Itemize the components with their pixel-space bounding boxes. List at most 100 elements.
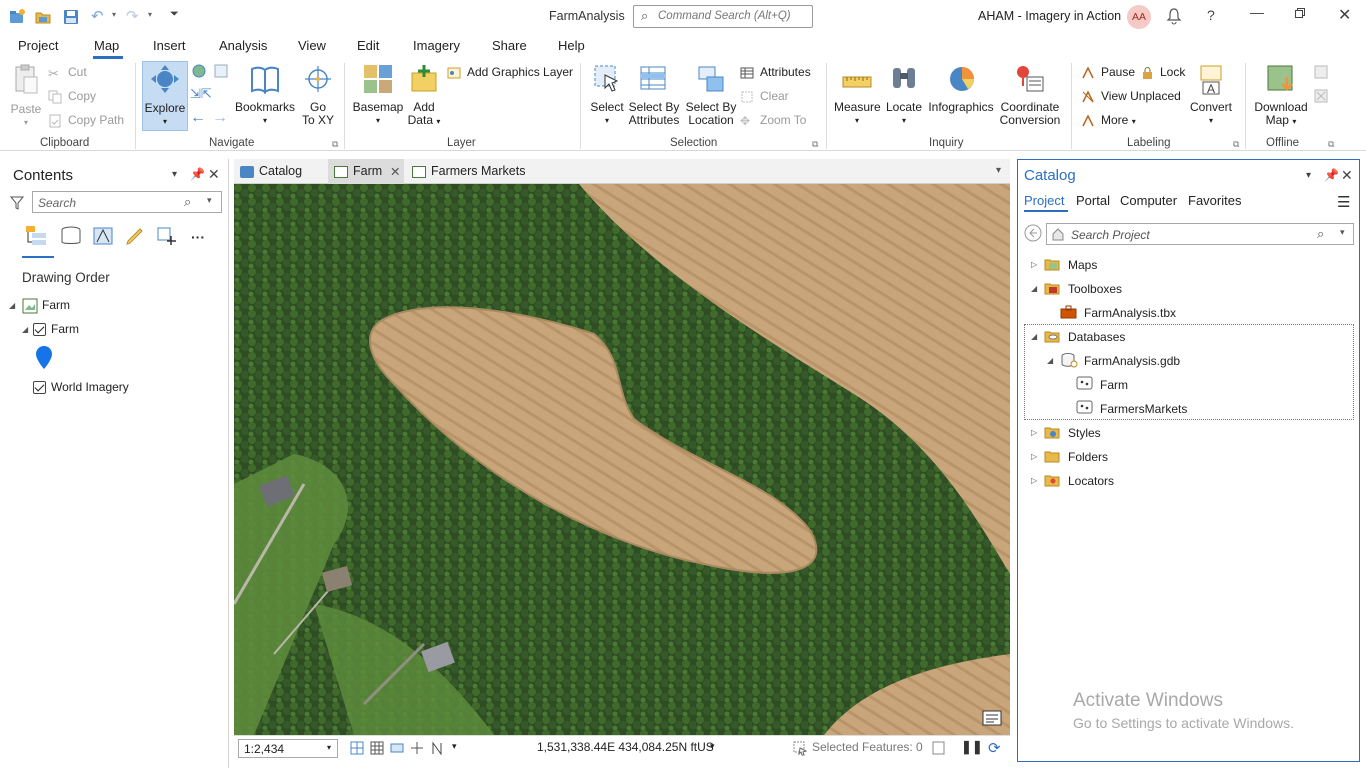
close-pane-icon[interactable]: ✕: [208, 166, 220, 183]
paste-button[interactable]: Paste ▾: [8, 63, 44, 129]
tab-analysis[interactable]: Analysis: [219, 38, 267, 53]
clear-selection-button[interactable]: Clear: [740, 89, 789, 104]
layer-visibility-checkbox[interactable]: [33, 380, 46, 395]
labeling-launcher-icon[interactable]: ⧉: [1233, 139, 1239, 150]
drawing-order-icon[interactable]: [24, 224, 50, 249]
zoom-in-arrows-icon[interactable]: ⇲⇱: [190, 86, 212, 102]
catalog-item-maps[interactable]: Maps: [1068, 258, 1097, 272]
collapse-map-icon[interactable]: ◢: [9, 301, 15, 310]
coordinate-conversion-button[interactable]: Coordinate Conversion: [998, 63, 1062, 127]
catalog-item-toolbox-file[interactable]: FarmAnalysis.tbx: [1084, 306, 1176, 320]
customize-toolbar-icon[interactable]: ⏷: [170, 8, 179, 21]
tab-project[interactable]: Project: [18, 38, 58, 53]
undo-dropdown-icon[interactable]: ▾: [112, 10, 116, 19]
select-button[interactable]: Select ▾: [588, 63, 626, 127]
tab-share[interactable]: Share: [492, 38, 527, 53]
collapse-databases-icon[interactable]: ◢: [1031, 332, 1037, 341]
catalog-item-feature-class-farmers-markets[interactable]: FarmersMarkets: [1100, 402, 1187, 416]
snapping-toggle-icon[interactable]: [389, 740, 405, 759]
search-icon[interactable]: ⌕: [1317, 226, 1324, 242]
refresh-cache-icon[interactable]: [931, 740, 947, 759]
search-options-dropdown-icon[interactable]: ▾: [1340, 227, 1345, 238]
catalog-item-databases[interactable]: Databases: [1068, 330, 1125, 344]
copy-path-button[interactable]: Copy Path: [48, 113, 124, 128]
add-data-button[interactable]: Add Data ▾: [404, 63, 444, 128]
selection-list-icon[interactable]: [92, 226, 114, 249]
tab-view[interactable]: View: [298, 38, 326, 53]
convert-button[interactable]: A Convert ▾: [1188, 63, 1234, 127]
remove-offline-icon[interactable]: [1313, 88, 1329, 107]
pause-drawing-icon[interactable]: ❚❚: [961, 739, 983, 755]
offline-launcher-icon[interactable]: ⧉: [1328, 139, 1334, 150]
search-icon[interactable]: ⌕: [184, 194, 191, 210]
restore-icon[interactable]: [1294, 6, 1306, 22]
north-arrow-icon[interactable]: [429, 740, 445, 759]
infographics-button[interactable]: Infographics: [926, 63, 996, 114]
user-name[interactable]: AHAM - Imagery in Action: [978, 9, 1121, 23]
select-by-attributes-button[interactable]: Select By Attributes: [626, 63, 682, 127]
undo-icon[interactable]: ↶: [91, 7, 104, 25]
catalog-tab-project[interactable]: Project: [1024, 193, 1064, 208]
avatar[interactable]: AA: [1127, 5, 1151, 29]
fixed-zoom-icon[interactable]: [213, 63, 229, 82]
status-tools-dropdown-icon[interactable]: ▾: [452, 741, 457, 752]
editing-icon[interactable]: [124, 226, 146, 249]
coordinate-format-dropdown-icon[interactable]: ▾: [710, 741, 715, 752]
point-symbol-icon[interactable]: [35, 345, 53, 374]
tab-edit[interactable]: Edit: [357, 38, 379, 53]
download-map-button[interactable]: Download Map ▾: [1252, 63, 1310, 128]
catalog-tab-portal[interactable]: Portal: [1076, 193, 1110, 208]
redo-icon[interactable]: ↷: [126, 7, 139, 25]
cut-button[interactable]: ✂ Cut: [48, 65, 87, 81]
expand-locators-icon[interactable]: ▷: [1031, 476, 1037, 485]
more-options-icon[interactable]: ···: [191, 229, 205, 245]
pin-icon[interactable]: 📌: [1324, 168, 1339, 182]
basemap-button[interactable]: Basemap ▾: [352, 63, 404, 127]
attributes-button[interactable]: Attributes: [740, 65, 811, 80]
view-unplaced-button[interactable]: View Unplaced: [1081, 89, 1181, 104]
data-source-icon[interactable]: [60, 226, 82, 249]
collapse-toolboxes-icon[interactable]: ◢: [1031, 284, 1037, 293]
more-labeling-button[interactable]: More ▾: [1081, 113, 1136, 128]
catalog-tab-favorites[interactable]: Favorites: [1188, 193, 1241, 208]
pane-options-icon[interactable]: ▾: [1306, 170, 1311, 181]
zoom-to-selection-button[interactable]: ✥ Zoom To: [740, 113, 806, 128]
pane-options-icon[interactable]: ▾: [172, 169, 177, 180]
close-pane-icon[interactable]: ✕: [1341, 167, 1353, 184]
collapse-gdb-icon[interactable]: ◢: [1047, 356, 1053, 365]
scale-selector[interactable]: 1:2,434 ▾: [238, 739, 338, 758]
select-by-location-button[interactable]: Select By Location: [684, 63, 738, 127]
open-project-icon[interactable]: [34, 8, 52, 26]
map-tab-farmers-markets[interactable]: Farmers Markets: [412, 159, 552, 184]
navigate-launcher-icon[interactable]: ⧉: [332, 139, 338, 150]
back-icon[interactable]: [1024, 224, 1042, 245]
pin-icon[interactable]: 📌: [190, 167, 205, 181]
help-icon[interactable]: ?: [1207, 7, 1215, 23]
lock-labels-button[interactable]: Lock: [1140, 65, 1185, 80]
explore-button[interactable]: Explore ▾: [142, 61, 188, 131]
expand-folders-icon[interactable]: ▷: [1031, 452, 1037, 461]
catalog-item-gdb[interactable]: FarmAnalysis.gdb: [1084, 354, 1180, 368]
map-legend-icon[interactable]: [982, 710, 1002, 729]
contents-search-input[interactable]: Search ⌕ ▾: [32, 191, 222, 213]
tabs-overflow-icon[interactable]: ▾: [996, 165, 1001, 176]
refresh-map-icon[interactable]: ⟳: [988, 739, 1001, 757]
pause-labeling-button[interactable]: Pause: [1081, 65, 1135, 80]
expand-maps-icon[interactable]: ▷: [1031, 260, 1037, 269]
previous-extent-icon[interactable]: ←: [190, 109, 206, 127]
command-search-input[interactable]: ⌕ Command Search (Alt+Q): [633, 5, 813, 28]
full-extent-icon[interactable]: [191, 63, 207, 82]
tab-imagery[interactable]: Imagery: [413, 38, 460, 53]
constraints-icon[interactable]: [409, 740, 425, 759]
tab-insert[interactable]: Insert: [153, 38, 186, 53]
locate-button[interactable]: Locate ▾: [884, 63, 924, 127]
map-view[interactable]: [234, 184, 1010, 735]
map-name[interactable]: Farm: [42, 298, 70, 312]
catalog-item-toolboxes[interactable]: Toolboxes: [1068, 282, 1122, 296]
layer-visibility-checkbox[interactable]: [33, 322, 46, 337]
close-tab-icon[interactable]: ✕: [390, 164, 400, 179]
copy-button[interactable]: Copy: [48, 89, 96, 104]
hamburger-menu-icon[interactable]: ☰: [1337, 193, 1350, 211]
snapping-icon[interactable]: [156, 226, 178, 249]
bookmarks-button[interactable]: Bookmarks ▾: [234, 63, 296, 127]
